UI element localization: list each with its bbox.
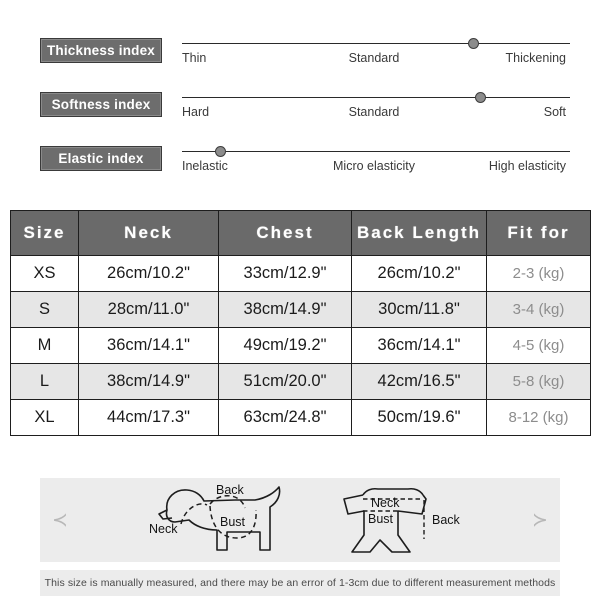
table-row: XL 44cm/17.3" 63cm/24.8" 50cm/19.6" 8-12… [10,399,591,436]
dog-measurement-diagram: Neck Back Bust [149,483,280,551]
cell-neck: 28cm/11.0" [78,291,219,328]
cell-fit-for: 5-8 (kg) [486,363,591,400]
dog-label-neck: Neck [149,522,178,536]
cell-chest: 63cm/24.8" [218,399,352,436]
cell-back-length: 26cm/10.2" [351,255,487,292]
softness-tick-2: Soft [543,105,566,119]
cell-back-length: 42cm/16.5" [351,363,487,400]
elastic-tick-2: High elasticity [488,159,566,173]
thickness-index-badge: Thickness index [40,38,162,63]
cell-back-length: 30cm/11.8" [351,291,487,328]
index-row-elastic: Elastic index Inelastic Micro elasticity… [40,142,570,196]
cell-size: L [10,363,79,400]
elastic-tick-1: Micro elasticity [333,159,415,173]
cell-neck: 26cm/10.2" [78,255,219,292]
elastic-track[interactable] [182,142,570,157]
thickness-tick-labels: Thin Standard Thickening [182,51,570,65]
dog-label-bust: Bust [220,515,246,529]
thickness-tick-0: Thin [182,51,207,65]
index-row-thickness: Thickness index Thin Standard Thickening [40,34,570,88]
size-table-wrapper: Size Neck Chest Back Length Fit for XS 2… [10,210,591,436]
garment-label-neck: Neck [371,496,400,510]
garment-measurement-diagram: Neck Bust Back [342,487,461,553]
cell-neck: 36cm/14.1" [78,327,219,364]
thickness-tick-1: Standard [348,51,400,65]
index-panel: Thickness index Thin Standard Thickening… [0,0,600,196]
softness-tick-labels: Hard Standard Soft [182,105,570,119]
prev-arrow-icon[interactable]: ≺ [40,511,80,530]
cell-chest: 51cm/20.0" [218,363,352,400]
dog-label-back: Back [216,483,245,497]
softness-index-badge: Softness index [40,92,162,117]
figures-group: Neck Back Bust Neck Bust Back [80,480,520,560]
cell-neck: 38cm/14.9" [78,363,219,400]
cell-fit-for: 4-5 (kg) [486,327,591,364]
measurement-disclaimer: This size is manually measured, and ther… [40,570,560,596]
size-table: Size Neck Chest Back Length Fit for XS 2… [10,210,591,436]
thickness-tick-2: Thickening [505,51,566,65]
softness-marker-dot[interactable] [475,92,487,103]
table-header-row: Size Neck Chest Back Length Fit for [10,210,591,256]
elastic-tick-labels: Inelastic Micro elasticity High elastici… [182,159,570,173]
cell-chest: 49cm/19.2" [218,327,352,364]
table-row: L 38cm/14.9" 51cm/20.0" 42cm/16.5" 5-8 (… [10,363,591,400]
softness-tick-0: Hard [182,105,210,119]
elastic-index-badge: Elastic index [40,146,162,171]
cell-fit-for: 3-4 (kg) [486,291,591,328]
elastic-marker-dot[interactable] [215,146,227,157]
next-arrow-icon[interactable]: ≻ [520,511,560,530]
scale-line [182,97,570,98]
measurement-illustration-panel: ≺ Neck Back Bust Neck Bust Back ≻ [40,478,560,562]
table-row: M 36cm/14.1" 49cm/19.2" 36cm/14.1" 4-5 (… [10,327,591,364]
thickness-scale: Thin Standard Thickening [182,34,570,65]
thickness-marker-dot[interactable] [467,38,479,49]
cell-size: XS [10,255,79,292]
softness-track[interactable] [182,88,570,103]
index-row-softness: Softness index Hard Standard Soft [40,88,570,142]
elastic-tick-0: Inelastic [182,159,228,173]
softness-scale: Hard Standard Soft [182,88,570,119]
cell-chest: 33cm/12.9" [218,255,352,292]
column-header-neck: Neck [78,210,219,256]
cell-size: M [10,327,79,364]
scale-line [182,43,570,44]
cell-fit-for: 2-3 (kg) [486,255,591,292]
garment-label-bust: Bust [368,512,394,526]
column-header-chest: Chest [218,210,352,256]
cell-size: S [10,291,79,328]
table-row: XS 26cm/10.2" 33cm/12.9" 26cm/10.2" 2-3 … [10,255,591,292]
table-row: S 28cm/11.0" 38cm/14.9" 30cm/11.8" 3-4 (… [10,291,591,328]
column-header-size: Size [10,210,79,256]
garment-label-back: Back [432,513,461,527]
cell-fit-for: 8-12 (kg) [486,399,591,436]
thickness-track[interactable] [182,34,570,49]
cell-back-length: 50cm/19.6" [351,399,487,436]
elastic-scale: Inelastic Micro elasticity High elastici… [182,142,570,173]
scale-line [182,151,570,152]
column-header-fit-for: Fit for [486,210,591,256]
column-header-back-length: Back Length [351,210,487,256]
cell-chest: 38cm/14.9" [218,291,352,328]
cell-size: XL [10,399,79,436]
cell-neck: 44cm/17.3" [78,399,219,436]
softness-tick-1: Standard [348,105,400,119]
cell-back-length: 36cm/14.1" [351,327,487,364]
